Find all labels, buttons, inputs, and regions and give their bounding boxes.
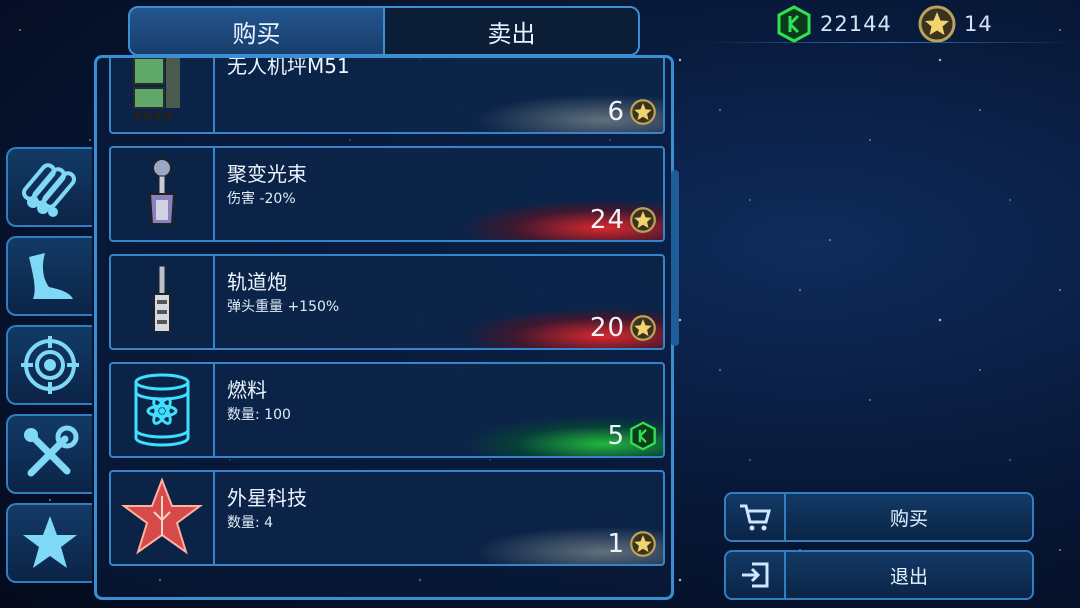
buy-button-label: 购买 <box>889 507 928 530</box>
list-item[interactable]: 无人机坪M51 6 <box>109 55 665 134</box>
category-tools-button[interactable] <box>6 414 92 494</box>
star-icon <box>23 516 77 568</box>
item-name: 燃料 <box>227 378 267 402</box>
list-item[interactable]: 轨道炮 弹头重量 +150% 20 <box>109 254 665 350</box>
item-price: 20 <box>463 308 663 348</box>
item-price: 5 <box>463 416 663 456</box>
list-item[interactable]: 外星科技 数量: 4 1 <box>109 470 665 566</box>
price-value: 24 <box>589 205 625 235</box>
item-icon-box <box>111 256 215 348</box>
credits-value: 22144 <box>820 12 892 36</box>
star-coin-icon <box>630 315 656 341</box>
category-pipes-button[interactable] <box>6 147 92 227</box>
item-name: 外星科技 <box>227 486 307 510</box>
tab-buy[interactable]: 购买 <box>128 6 385 56</box>
hull-icon <box>29 253 73 299</box>
shop-item-panel: 无人机坪M51 6 聚变光束 伤害 -20% 24 轨道炮 弹头重量 +150%… <box>94 55 674 600</box>
header-divider <box>700 42 1080 43</box>
item-price: 1 <box>463 524 663 564</box>
stars-value: 14 <box>964 12 993 36</box>
pipes-icon <box>22 163 76 217</box>
item-name: 轨道炮 <box>227 270 287 294</box>
alien-tech-icon <box>120 477 204 555</box>
credit-icon <box>630 421 656 451</box>
price-value: 6 <box>607 97 625 127</box>
cart-icon <box>740 504 771 531</box>
category-sidebar <box>6 147 94 592</box>
shop-tabs: 购买 卖出 <box>128 6 640 56</box>
category-targeting-button[interactable] <box>6 325 92 405</box>
item-price: 6 <box>463 92 663 132</box>
item-icon-box <box>111 472 215 564</box>
exit-button-label: 退出 <box>889 565 928 588</box>
star-coin-icon <box>630 531 656 557</box>
tab-sell[interactable]: 卖出 <box>385 6 640 56</box>
price-value: 5 <box>607 421 625 451</box>
buy-button[interactable]: 购买 <box>724 492 1034 542</box>
credits-counter: 22144 <box>776 4 892 44</box>
exit-icon-box <box>726 552 786 598</box>
tools-icon <box>24 425 79 477</box>
item-description: 数量: 4 <box>227 515 274 531</box>
stars-counter: 14 <box>918 4 993 44</box>
shop-item-list: 无人机坪M51 6 聚变光束 伤害 -20% 24 轨道炮 弹头重量 +150%… <box>109 55 665 578</box>
item-description: 数量: 100 <box>227 407 291 423</box>
fuel-barrel-icon <box>134 373 190 447</box>
item-icon-box <box>111 364 215 456</box>
price-value: 1 <box>607 529 625 559</box>
target-icon <box>21 336 79 394</box>
star-coin-icon <box>630 99 656 125</box>
category-hull-button[interactable] <box>6 236 92 316</box>
star-coin-icon <box>630 207 656 233</box>
item-icon-box <box>111 58 215 132</box>
item-price: 24 <box>463 200 663 240</box>
drone-pad-icon <box>133 58 180 120</box>
item-name: 聚变光束 <box>227 162 307 186</box>
item-icon-box <box>111 148 215 240</box>
star-coin-icon <box>918 5 956 43</box>
credit-icon <box>777 5 811 43</box>
list-item[interactable]: 燃料 数量: 100 5 <box>109 362 665 458</box>
cart-icon-box <box>726 494 786 540</box>
list-scrollbar[interactable] <box>671 170 679 346</box>
list-item[interactable]: 聚变光束 伤害 -20% 24 <box>109 146 665 242</box>
exit-button[interactable]: 退出 <box>724 550 1034 600</box>
item-name: 无人机坪M51 <box>227 55 350 78</box>
item-description: 弹头重量 +150% <box>227 299 340 315</box>
item-description: 伤害 -20% <box>227 191 296 207</box>
price-value: 20 <box>589 313 625 343</box>
exit-icon <box>742 562 769 588</box>
category-special-button[interactable] <box>6 503 92 583</box>
fusion-beam-icon <box>148 158 176 225</box>
railgun-icon <box>153 265 171 333</box>
